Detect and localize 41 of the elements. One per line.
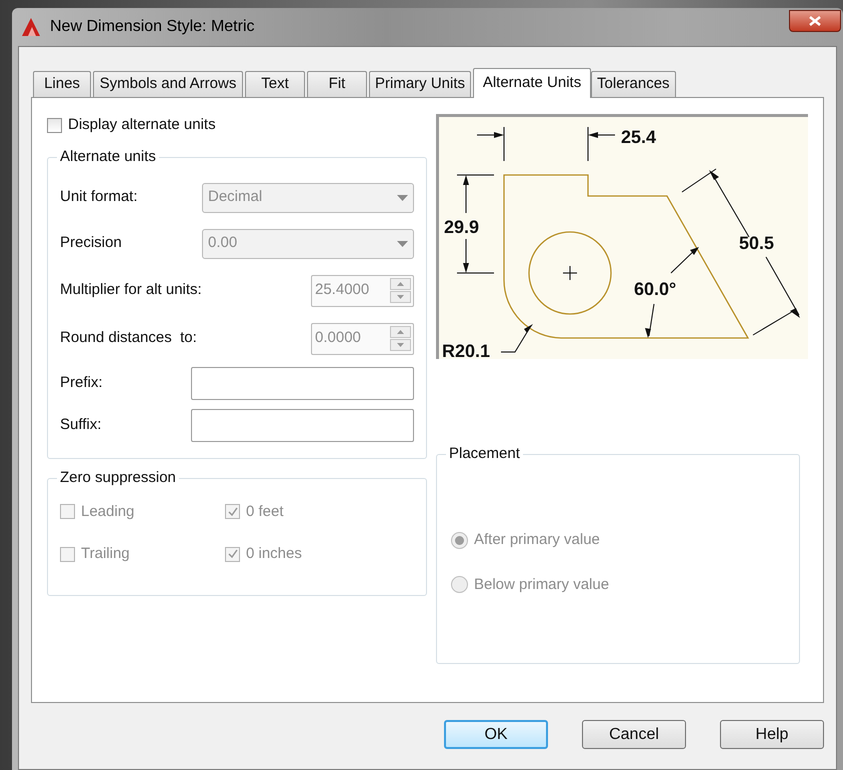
field-label: Unit format: — [60, 187, 138, 208]
dialog-button[interactable]: Help — [720, 720, 824, 749]
checkbox-label: Trailing — [81, 544, 130, 564]
close-button[interactable] — [789, 10, 841, 32]
text-field[interactable] — [191, 409, 414, 442]
tab[interactable]: Lines — [33, 71, 91, 97]
tab[interactable]: Symbols and Arrows — [93, 71, 243, 97]
window-title: New Dimension Style: Metric — [50, 17, 254, 37]
close-icon — [809, 16, 821, 26]
radius-leader — [500, 324, 533, 352]
dimension-label: 25.4 — [621, 127, 656, 147]
tab[interactable]: Primary Units — [369, 71, 472, 97]
text-field[interactable] — [191, 367, 414, 400]
center-mark — [562, 266, 578, 280]
dimension-label: 60.0° — [634, 279, 676, 299]
field-label: Prefix: — [60, 373, 103, 394]
dimension-label: 50.5 — [739, 233, 774, 253]
caret-icon — [397, 240, 408, 246]
radio-label: Below primary value — [474, 574, 610, 594]
dialog-button[interactable]: Cancel — [582, 720, 686, 749]
app-logo-icon — [20, 16, 42, 38]
checkbox-label: Display alternate units — [68, 115, 216, 135]
tab[interactable]: Alternate Units — [473, 68, 592, 98]
checkbox-label: Leading — [81, 502, 134, 522]
tab[interactable]: Tolerances — [591, 71, 676, 97]
check-icon — [228, 506, 238, 517]
dimension-label: R20.1 — [442, 341, 490, 359]
field-label: Suffix: — [60, 415, 102, 436]
check-icon — [228, 549, 238, 560]
tab[interactable]: Fit — [307, 71, 367, 97]
field-label: Precision — [60, 233, 122, 254]
dimension-label: 29.9 — [444, 217, 480, 237]
checkbox[interactable] — [47, 118, 62, 133]
field-label: Multiplier for alt units: — [60, 280, 202, 300]
tab[interactable]: Text — [245, 71, 305, 97]
radio-label: After primary value — [474, 530, 600, 550]
dialog-button[interactable]: OK — [444, 720, 548, 749]
field-label: Round distances to: — [60, 328, 197, 348]
checkbox-label: 0 inches — [246, 544, 302, 564]
caret-icon — [397, 194, 408, 200]
checkbox-label: 0 feet — [246, 502, 284, 522]
